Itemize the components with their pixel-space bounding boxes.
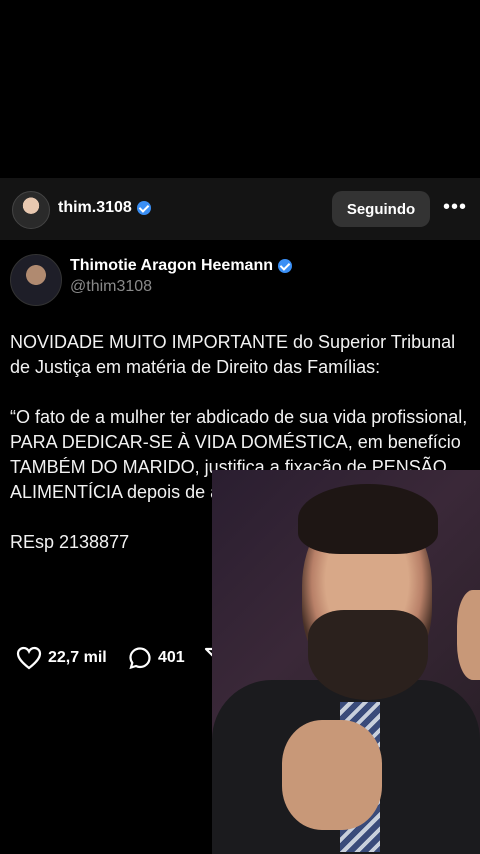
author-name-label: Thimotie Aragon Heemann	[70, 257, 273, 274]
more-icon[interactable]: •••	[440, 192, 470, 222]
heart-icon	[16, 646, 42, 670]
presenter-raised-hand	[457, 590, 480, 680]
comment-icon	[129, 647, 151, 670]
presenter-beard	[308, 610, 428, 700]
like-button[interactable]: 22,7 mil	[16, 646, 107, 670]
comment-count: 401	[158, 649, 185, 666]
post-author-handle: @thim3108	[70, 278, 153, 295]
avatar[interactable]	[12, 191, 50, 229]
verified-badge-icon	[277, 259, 292, 273]
presenter-hair	[298, 484, 438, 554]
verified-badge-icon	[136, 201, 151, 215]
profile-header: thim.3108 Seguindo •••	[0, 178, 480, 240]
profile-username[interactable]: thim.3108	[58, 199, 151, 217]
video-overlay-presenter	[212, 470, 480, 854]
post-author-name: Thimotie Aragon Heemann	[70, 257, 292, 275]
like-count: 22,7 mil	[48, 649, 107, 666]
username-label: thim.3108	[58, 199, 132, 216]
comment-button[interactable]: 401	[128, 646, 185, 670]
presenter-hand	[282, 720, 382, 830]
following-button[interactable]: Seguindo	[332, 191, 430, 227]
post-author-avatar	[10, 254, 62, 306]
